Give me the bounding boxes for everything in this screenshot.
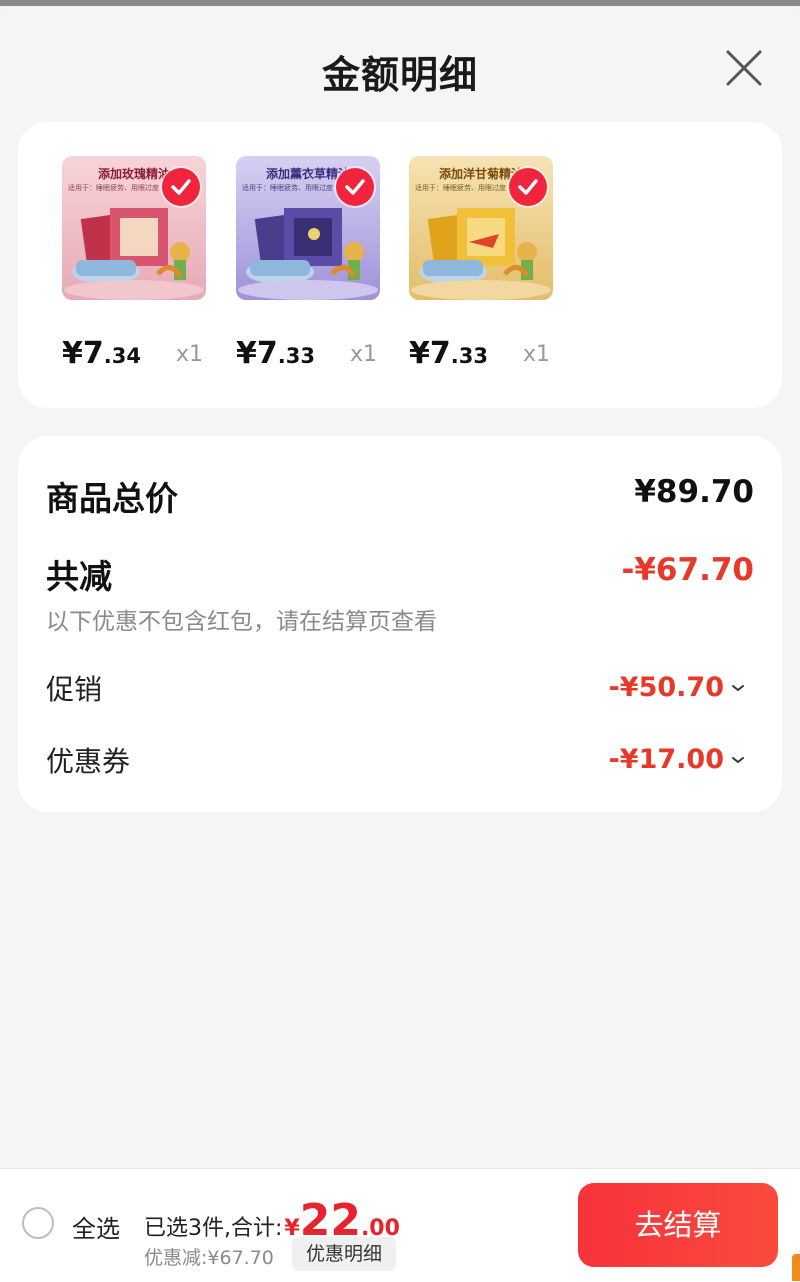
select-all-label[interactable]: 全选	[72, 1209, 120, 1244]
promotion-label: 促销	[46, 673, 103, 706]
promotion-value-toggle[interactable]: -¥50.70	[609, 672, 746, 703]
selected-count-text: 已选3件,合计:	[144, 1216, 283, 1241]
product-item-rose[interactable]: 添加玫瑰精油 适用于：睡眠疲劳、用眼过度 ¥7.34 x1	[36, 156, 206, 376]
discount-amount-text: 优惠减:¥67.70	[144, 1247, 274, 1269]
product-image-chamomile[interactable]: 添加洋甘菊精油 适用于：睡眠疲劳、用眼过度	[409, 156, 553, 300]
sheet-title: 金额明细	[321, 53, 478, 97]
product-subtitle-text: 适用于：睡眠疲劳、用眼过度	[242, 184, 333, 192]
chevron-down-icon	[732, 684, 744, 691]
selected-check-icon[interactable]	[162, 168, 200, 206]
coupon-label: 优惠券	[46, 745, 131, 778]
checkout-bar: 全选 已选3件,合计: ¥ 22 .00 优惠减:¥67.70 优惠明细 去结算	[0, 1168, 800, 1282]
promotion-value: -¥50.70	[608, 672, 724, 703]
product-image-lavender[interactable]: 添加薰衣草精油 适用于：睡眠疲劳、用眼过度	[236, 156, 380, 300]
select-all-radio[interactable]	[22, 1207, 54, 1239]
coupon-value: -¥17.00	[608, 744, 724, 775]
close-button[interactable]	[722, 46, 766, 90]
product-price: ¥7.33	[236, 336, 315, 371]
price-summary-card: 商品总价 ¥89.70 共减 -¥67.70 以下优惠不包含红包，请在结算页查看…	[18, 436, 782, 812]
product-list-card: 添加玫瑰精油 适用于：睡眠疲劳、用眼过度 ¥7.34 x1 添加薰衣草精油 适用…	[18, 122, 782, 408]
product-price: ¥7.33	[409, 336, 488, 371]
product-item-lavender[interactable]: 添加薰衣草精油 适用于：睡眠疲劳、用眼过度 ¥7.33 x1	[210, 156, 380, 376]
chevron-down-icon	[732, 756, 744, 763]
product-image-rose[interactable]: 添加玫瑰精油 适用于：睡眠疲劳、用眼过度	[62, 156, 206, 300]
goods-total-label: 商品总价	[46, 479, 178, 518]
amount-detail-sheet: 金额明细 添加玫瑰精油 适用于：睡眠疲劳、用眼过度 ¥7.34 x1 添加薰衣草…	[0, 6, 800, 1281]
total-reduction-value: -¥67.70	[621, 552, 755, 588]
scroll-indicator	[792, 1254, 800, 1281]
product-subtitle-text: 适用于：睡眠疲劳、用眼过度	[68, 184, 159, 192]
product-quantity: x1	[523, 342, 551, 367]
selected-check-icon[interactable]	[336, 168, 374, 206]
discount-note: 以下优惠不包含红包，请在结算页查看	[46, 609, 437, 635]
discount-detail-button[interactable]: 优惠明细	[292, 1237, 397, 1271]
product-subtitle-text: 适用于：睡眠疲劳、用眼过度	[415, 184, 506, 192]
total-reduction-label: 共减	[46, 557, 112, 596]
checkout-button[interactable]: 去结算	[578, 1183, 778, 1267]
close-icon	[726, 50, 762, 86]
product-quantity: x1	[176, 342, 204, 367]
product-price: ¥7.34	[62, 336, 141, 371]
coupon-value-toggle[interactable]: -¥17.00	[609, 744, 746, 775]
product-quantity: x1	[350, 342, 378, 367]
selected-check-icon[interactable]	[509, 168, 547, 206]
product-item-chamomile[interactable]: 添加洋甘菊精油 适用于：睡眠疲劳、用眼过度 ¥7.33 x1	[383, 156, 553, 376]
goods-total-value: ¥89.70	[634, 474, 754, 510]
